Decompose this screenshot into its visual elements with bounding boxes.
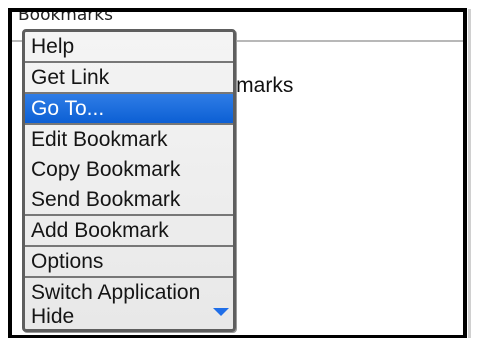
context-menu: Help Get Link Go To... Edit Bookmark Cop… — [22, 29, 236, 332]
menu-item-help[interactable]: Help — [25, 32, 233, 61]
menu-item-edit-bookmark[interactable]: Edit Bookmark — [25, 125, 233, 154]
menu-item-options[interactable]: Options — [25, 247, 233, 276]
screen-edge-shadow — [468, 9, 471, 338]
menu-item-hide[interactable]: Hide — [25, 302, 233, 329]
menu-item-add-bookmark[interactable]: Add Bookmark — [25, 216, 233, 245]
menu-item-send-bookmark[interactable]: Send Bookmark — [25, 185, 233, 214]
menu-item-get-link[interactable]: Get Link — [25, 63, 233, 92]
app-title-text: Bookmarks — [18, 12, 113, 25]
menu-item-copy-bookmark[interactable]: Copy Bookmark — [25, 155, 233, 184]
chevron-down-icon — [213, 308, 229, 316]
menu-item-go-to[interactable]: Go To... — [25, 94, 233, 123]
